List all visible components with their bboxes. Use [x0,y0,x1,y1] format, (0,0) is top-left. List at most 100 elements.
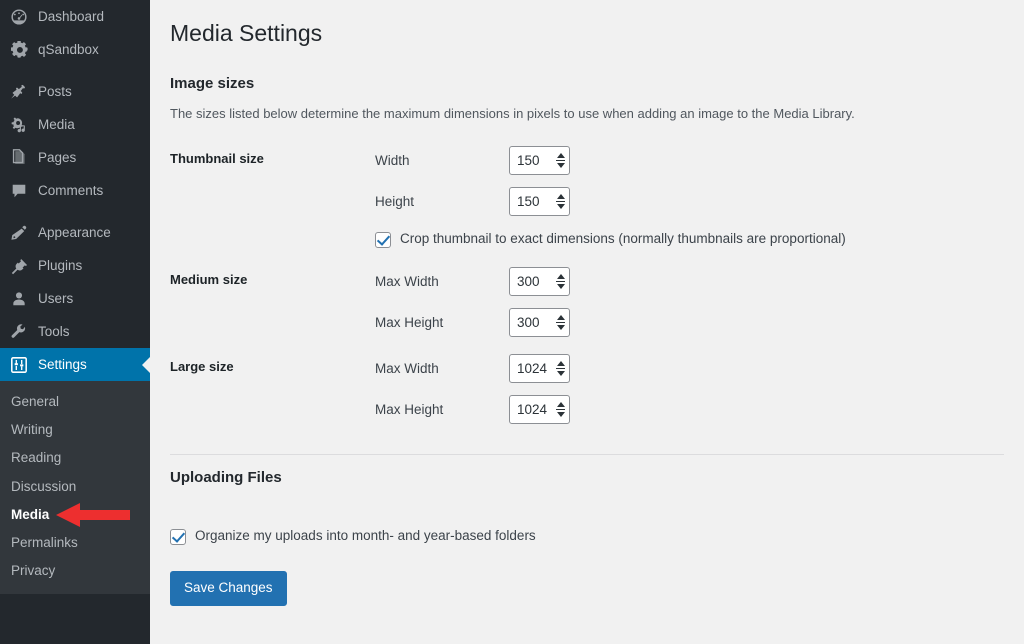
organize-uploads-label[interactable]: Organize my uploads into month- and year… [195,527,536,546]
input-value: 300 [517,273,540,289]
sidebar-item-label: Users [38,290,74,306]
field-medium-max-height: Max Height 300 [375,307,994,337]
input-value: 150 [517,193,540,209]
submenu-item-general[interactable]: General [0,388,150,416]
large-max-height-input[interactable]: 1024 [509,394,570,424]
row-fields-thumbnail: Width 150 Height 150 Crop thumbnail to e… [375,137,1004,258]
spinner-divider [556,280,565,282]
organize-uploads-checkbox[interactable] [170,528,186,545]
image-sizes-heading: Image sizes [170,74,255,92]
uploading-files-table: Organize my uploads into month- and year… [170,498,1004,555]
pages-stack-icon [9,148,29,168]
gear-icon [9,40,29,60]
sidebar-item-label: qSandbox [38,41,99,57]
spinner-down-icon[interactable] [556,283,565,289]
sidebar-item-dashboard[interactable]: Dashboard [0,0,150,33]
submenu-item-writing[interactable]: Writing [0,416,150,444]
submenu-item-reading[interactable]: Reading [0,444,150,472]
speech-bubble-icon [9,181,29,201]
field-thumbnail-width: Width 150 [375,145,994,175]
row-label-thumbnail: Thumbnail size [170,151,264,167]
sidebar-item-qsandbox[interactable]: qSandbox [0,33,150,66]
thumbnail-height-spinner[interactable] [552,188,569,215]
thumbnail-width-spinner[interactable] [552,147,569,174]
organize-uploads-row: Organize my uploads into month- and year… [170,520,994,546]
sidebar-item-tools[interactable]: Tools [0,315,150,348]
medium-max-width-spinner[interactable] [552,268,569,295]
thumbnail-height-input[interactable]: 150 [509,186,570,216]
sidebar-item-pages[interactable]: Pages [0,141,150,174]
sidebar-item-label: Posts [38,83,72,99]
large-max-width-input[interactable]: 1024 [509,353,570,383]
field-label: Max Height [375,401,444,417]
field-large-max-width: Max Width 1024 [375,353,994,383]
row-fields-large: Max Width 1024 Max Height 1024 [375,345,1004,432]
submenu-item-discussion[interactable]: Discussion [0,473,150,501]
settings-wrap: Media Settings Image sizes The sizes lis… [150,0,1024,606]
submit-area: Save Changes [170,555,1004,606]
pushpin-icon [9,82,29,102]
table-row: Medium size Max Width 300 Max Height 300 [170,258,1004,345]
large-max-width-spinner[interactable] [552,355,569,382]
media-camera-icon [9,115,29,135]
dashboard-gauge-icon [9,7,29,27]
spinner-up-icon[interactable] [556,193,565,199]
crop-thumbnail-row: Crop thumbnail to exact dimensions (norm… [375,215,994,249]
row-label-large: Large size [170,359,234,375]
crop-thumbnail-label[interactable]: Crop thumbnail to exact dimensions (norm… [400,230,846,249]
spinner-down-icon[interactable] [556,162,565,168]
sidebar-item-label: Comments [38,182,104,198]
sidebar-item-label: Appearance [38,224,111,240]
sidebar-item-appearance[interactable]: Appearance [0,216,150,249]
sidebar-item-comments[interactable]: Comments [0,174,150,207]
field-label: Max Width [375,273,439,289]
sidebar-item-settings[interactable]: Settings [0,348,150,381]
spinner-down-icon[interactable] [556,370,565,376]
save-changes-button[interactable]: Save Changes [170,571,287,606]
spinner-up-icon[interactable] [556,152,565,158]
spinner-up-icon[interactable] [556,401,565,407]
spinner-down-icon[interactable] [556,411,565,417]
sidebar-item-posts[interactable]: Posts [0,75,150,108]
paintbrush-icon [9,223,29,243]
spinner-divider [556,159,565,161]
spinner-up-icon[interactable] [556,360,565,366]
thumbnail-width-input[interactable]: 150 [509,145,570,175]
sidebar-item-media[interactable]: Media [0,108,150,141]
table-row: Thumbnail size Width 150 Height 150 Crop… [170,137,1004,258]
input-value: 300 [517,314,540,330]
menu-separator [0,207,150,216]
plug-icon [9,256,29,276]
medium-max-height-input[interactable]: 300 [509,307,570,337]
organize-uploads-cell: Organize my uploads into month- and year… [170,498,1004,555]
menu-separator [0,66,150,75]
sliders-icon [9,355,29,375]
image-sizes-description: The sizes listed below determine the max… [170,105,855,121]
submenu-item-media[interactable]: Media [0,501,150,529]
row-label-medium: Medium size [170,272,248,288]
medium-max-width-input[interactable]: 300 [509,266,570,296]
sidebar-item-label: Plugins [38,257,83,273]
sidebar-item-label: Pages [38,149,77,165]
spinner-divider [556,367,565,369]
input-value: 1024 [517,360,548,376]
field-label: Height [375,193,415,209]
user-icon [9,289,29,309]
crop-thumbnail-checkbox[interactable] [375,231,391,248]
spinner-up-icon[interactable] [556,273,565,279]
spinner-down-icon[interactable] [556,324,565,330]
page-title: Media Settings [170,20,323,46]
submenu-item-permalinks[interactable]: Permalinks [0,529,150,557]
sidebar-item-plugins[interactable]: Plugins [0,249,150,282]
medium-max-height-spinner[interactable] [552,309,569,336]
large-max-height-spinner[interactable] [552,396,569,423]
sidebar-item-users[interactable]: Users [0,282,150,315]
sidebar-item-label: Media [38,116,75,132]
field-thumbnail-height: Height 150 [375,186,994,216]
spinner-up-icon[interactable] [556,314,565,320]
spinner-divider [556,200,565,202]
uploading-files-heading: Uploading Files [170,469,282,487]
image-sizes-table: Thumbnail size Width 150 Height 150 Crop… [170,137,1004,432]
submenu-item-privacy[interactable]: Privacy [0,557,150,585]
spinner-down-icon[interactable] [556,203,565,209]
